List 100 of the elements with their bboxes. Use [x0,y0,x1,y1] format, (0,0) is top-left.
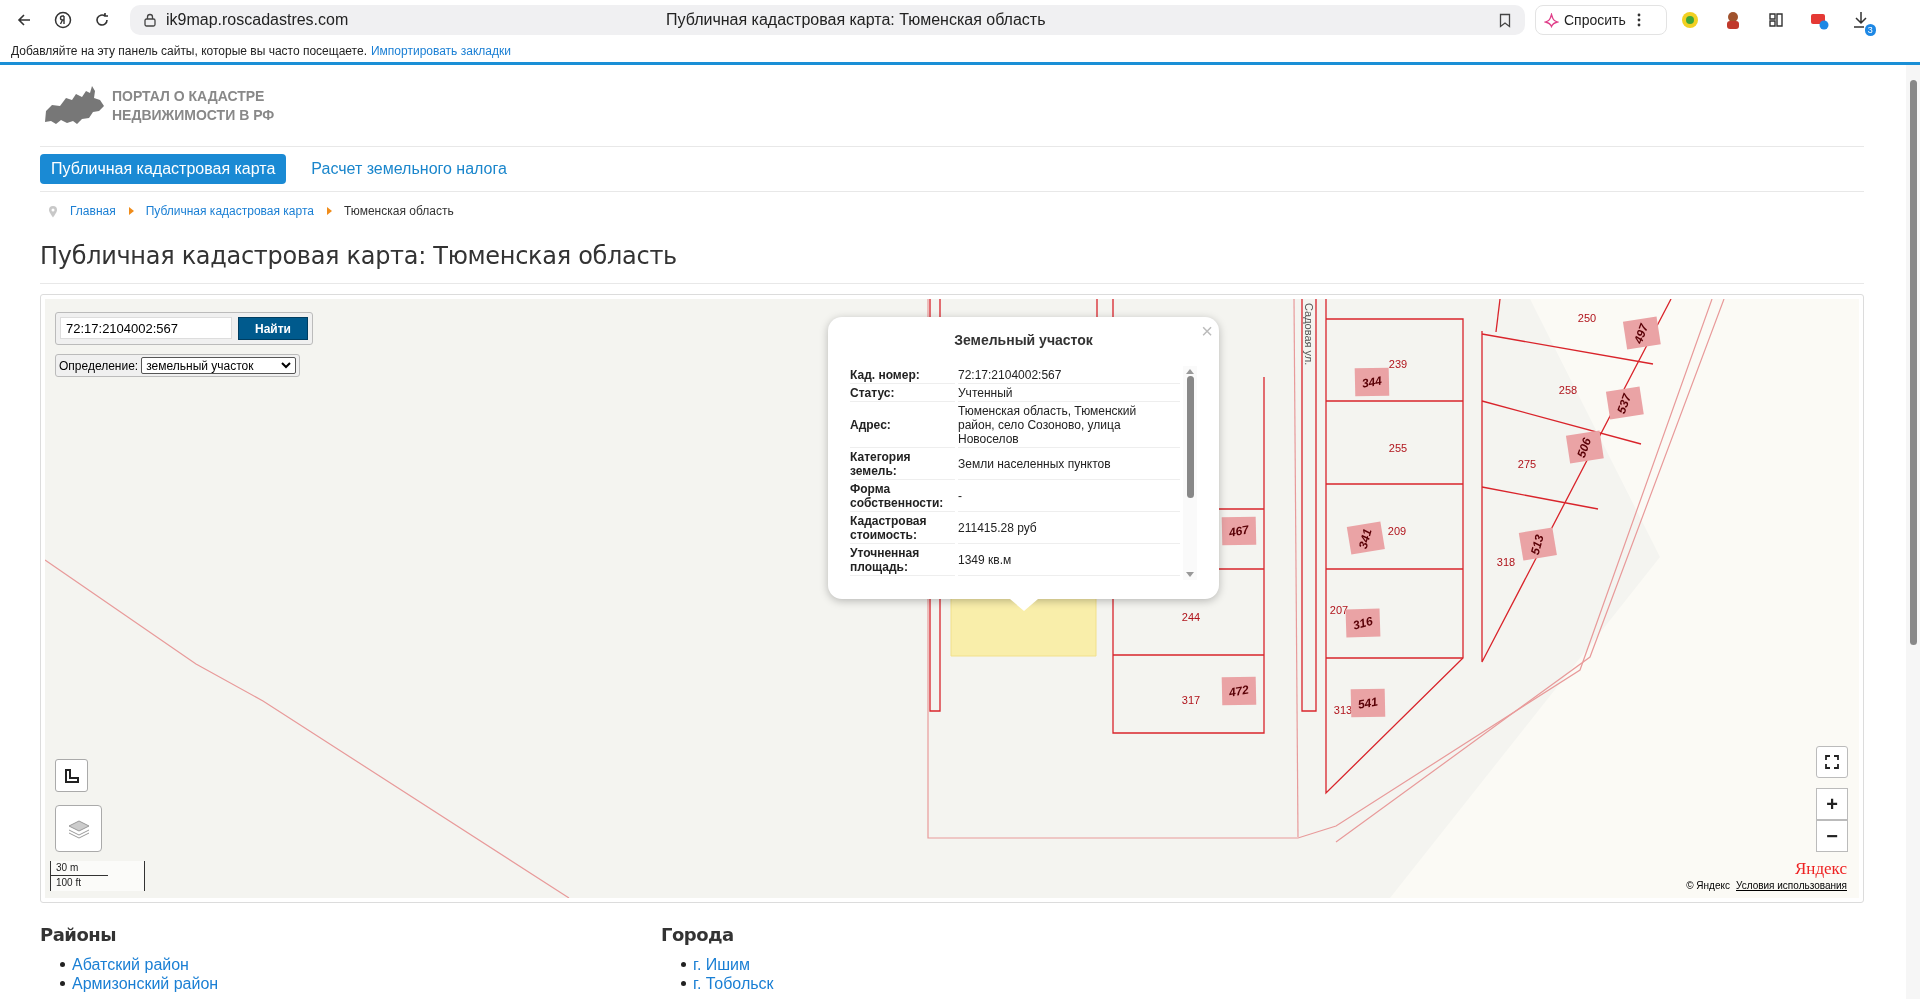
address-bar[interactable]: ik9map.roscadastres.com Публичная кадастровая карта: Тюменская область [130,5,1525,35]
plot-number: 209 [1387,524,1407,537]
layers-icon [66,818,91,839]
nav-tab[interactable]: Расчет земельного налога [300,154,518,184]
building-number: 541 [1356,694,1379,712]
ask-button[interactable]: Спросить [1535,5,1667,35]
scrollbar[interactable] [1183,366,1197,580]
page-heading: Публичная кадастровая карта: Тюменская область [40,230,1864,284]
plot-number: 244 [1181,610,1201,623]
page-scrollbar[interactable] [1906,65,1920,999]
cadastral-number-input[interactable]: 72:17:2104002:567 [60,317,232,339]
definition-label: Определение: [59,358,139,373]
field-label: Адрес: [850,402,955,448]
building-footprint [1354,367,1390,397]
separator-icon [325,207,332,215]
field-value: 211415.28 руб [958,512,1181,544]
field-value: Земли населенных пунктов [958,448,1181,480]
import-bookmarks-link[interactable]: Импортировать закладки [370,44,511,58]
definition-select[interactable]: земельный участок [141,357,297,374]
field-label: Кадастровая стоимость: [850,512,955,544]
city-link[interactable]: г. Тобольск [693,974,774,993]
ruler-button[interactable] [55,759,88,792]
building-number: 497 [1631,321,1652,346]
breadcrumb-link[interactable]: Главная [70,204,116,218]
bookmarks-hint: Добавляйте на эту панель сайты, которые вы часто посещаете. [11,44,367,58]
copyright-text: © Яндекс [1686,880,1730,891]
popup-title: Земельный участок [953,332,1094,350]
find-button[interactable]: Найти [238,317,308,340]
zoom-in-button[interactable]: + [1816,788,1848,820]
scale-label: 30 m [51,861,108,876]
scroll-down-icon[interactable] [1185,572,1196,578]
fullscreen-icon [1825,755,1839,769]
download-badge: 3 [1864,24,1876,36]
building-footprint [1605,386,1644,420]
download-icon[interactable] [1852,11,1869,29]
plot-number: 318 [1496,555,1516,568]
plot-number: 313 [1333,703,1353,716]
plot-number: 255 [1388,441,1408,454]
building-number: 467 [1227,522,1250,540]
plot-number: 239 [1388,357,1408,370]
field-label: Уточненная площадь: [850,544,955,576]
chevron-icon [281,362,292,369]
bullet-icon [60,981,65,986]
building-footprint [1565,430,1604,464]
building-footprint [1346,521,1385,555]
more-icon[interactable] [1636,13,1641,27]
district-link[interactable]: Армизонский район [72,974,219,993]
separator-icon [127,207,134,215]
street-name: Садовая ул. [1303,303,1315,366]
lock-icon [144,13,156,27]
building-footprint [1518,527,1557,561]
reload-icon[interactable] [94,12,110,28]
logo-text: ПОРТАЛ О КАДАСТРЕ [112,86,266,106]
field-value: - [958,480,1181,512]
browser-logo-icon[interactable] [54,11,72,29]
section-heading: Районы [40,925,118,945]
zoom-out-button[interactable]: − [1816,820,1848,852]
plot-number: 275 [1517,457,1537,470]
field-label: Кад. номер: [850,366,955,384]
building-number: 316 [1351,613,1375,633]
bullet-icon [60,962,65,967]
building-footprint [1221,676,1257,706]
building-number: 537 [1614,391,1635,416]
back-icon[interactable] [16,12,32,28]
building-footprint [1221,516,1257,546]
nav-tab[interactable]: Публичная кадастровая карта [40,154,287,184]
sparkle-icon [1544,12,1559,28]
field-value: Тюменская область, Тюменский район, село Созоново, улица Новоселов [958,402,1181,448]
field-label: Статус: [850,384,955,402]
field-value: Учтенный [958,384,1181,402]
page-title: Публичная кадастровая карта: Тюменская область [666,11,1047,29]
ruler-icon [64,768,79,783]
field-value: 72:17:2104002:567 [958,366,1181,384]
field-label: Форма собственности: [850,480,955,512]
terms-link[interactable]: Условия использования [1736,880,1847,891]
russia-map-icon [44,84,106,127]
scroll-up-icon[interactable] [1185,368,1196,374]
logo-text: НЕДВИЖИМОСТИ В РФ [112,105,275,125]
field-value: 1349 кв.м [958,544,1181,576]
plot-number: 317 [1181,693,1201,706]
building-number: 344 [1360,373,1383,391]
breadcrumb-current: Тюменская область [343,204,454,218]
plot-number: 258 [1558,383,1578,396]
building-footprint [1350,688,1386,718]
bookmark-icon[interactable] [1499,12,1511,28]
building-number: 341 [1355,527,1375,551]
extension-icon[interactable] [1766,11,1785,29]
building-footprint [1622,316,1661,350]
fullscreen-button[interactable] [1816,746,1848,778]
building-number: 513 [1527,533,1547,557]
bullet-icon [681,962,686,967]
building-number: 472 [1227,682,1250,700]
plot-number: 207 [1329,603,1349,616]
field-label: Категория земель: [850,448,955,480]
district-link[interactable]: Абатский район [72,955,189,974]
city-link[interactable]: г. Ишим [693,955,751,974]
url-text: ik9map.roscadastres.com [166,11,350,29]
scale-label: 100 ft [55,876,83,890]
breadcrumb-link[interactable]: Публичная кадастровая карта [145,204,314,218]
bullet-icon [681,981,686,986]
